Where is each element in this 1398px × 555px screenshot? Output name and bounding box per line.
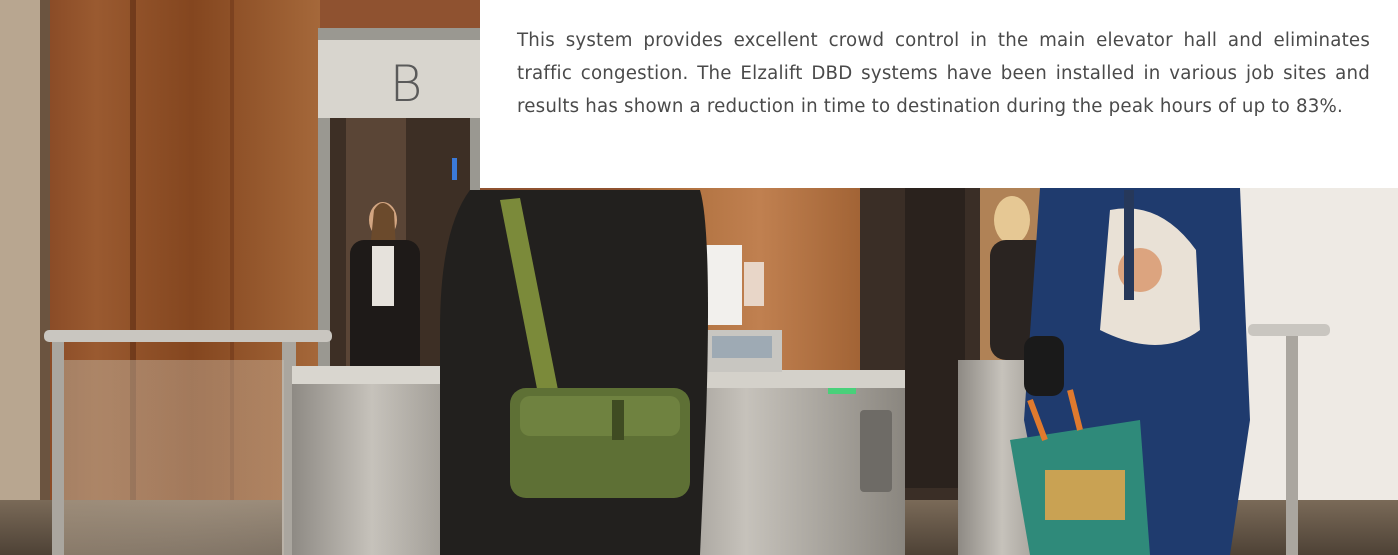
caption-text: This system provides excellent crowd con… — [517, 30, 1370, 117]
elevator-sign-letter: B — [389, 55, 423, 113]
caption-panel: This system provides excellent crowd con… — [480, 0, 1398, 188]
